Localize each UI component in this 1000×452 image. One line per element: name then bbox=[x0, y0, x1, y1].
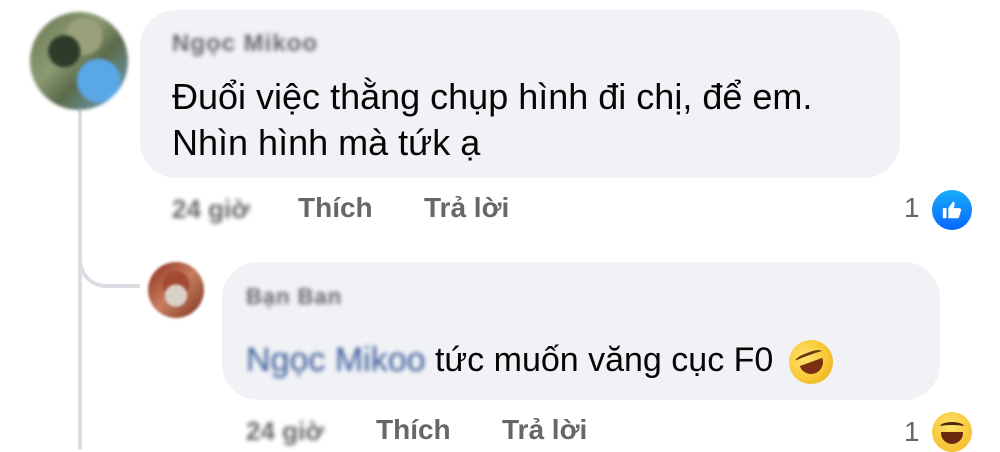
comment-text-line-2: Nhìn hình mà tứk ạ bbox=[172, 122, 481, 163]
reply-button[interactable]: Trả lời bbox=[424, 192, 509, 224]
mention-link[interactable]: Ngọc Mikoo bbox=[246, 341, 426, 379]
thread-line bbox=[78, 110, 82, 450]
like-button[interactable]: Thích bbox=[376, 414, 451, 446]
reply-text: Ngọc Mikoo tức muốn văng cục F0 bbox=[246, 333, 839, 391]
avatar[interactable] bbox=[30, 12, 128, 110]
avatar[interactable] bbox=[148, 262, 204, 318]
reply-timestamp[interactable]: 24 giờ bbox=[246, 416, 324, 447]
like-icon[interactable] bbox=[932, 190, 972, 230]
reply-author[interactable]: Bạn Ban bbox=[246, 284, 342, 310]
thread-connector bbox=[78, 230, 140, 288]
reaction-count[interactable]: 1 bbox=[904, 192, 920, 224]
comment-text-line-1: Đuổi việc thằng chụp hình đi chị, để em. bbox=[172, 76, 813, 117]
like-button[interactable]: Thích bbox=[298, 192, 373, 224]
comment-timestamp[interactable]: 24 giờ bbox=[172, 194, 250, 225]
rolling-on-floor-laughing-icon bbox=[782, 333, 839, 391]
comment-text: Đuổi việc thằng chụp hình đi chị, để em.… bbox=[172, 74, 812, 166]
reply-text-body: tức muốn văng cục F0 bbox=[434, 341, 774, 379]
reply-button[interactable]: Trả lời bbox=[502, 414, 587, 446]
haha-icon[interactable] bbox=[932, 412, 972, 452]
comment-author[interactable]: Ngọc Mikoo bbox=[172, 30, 318, 58]
reaction-count[interactable]: 1 bbox=[904, 416, 920, 448]
